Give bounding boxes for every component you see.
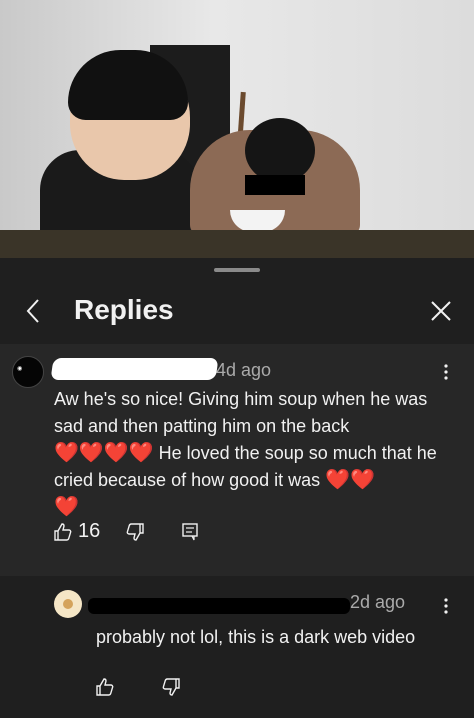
comment-actions: 16 (54, 520, 216, 543)
comment-text: Aw he's so nice! Giving him soup when he… (54, 386, 454, 521)
more-options-button[interactable] (436, 594, 456, 618)
comment-timestamp: 2d ago (350, 592, 406, 612)
replies-sheet: Replies ◉ 4d ago Aw he's so nice! Giving… (0, 258, 474, 718)
close-button[interactable] (426, 296, 456, 326)
comment-body: Aw he's so nice! Giving him soup when he… (54, 389, 428, 436)
comment-text: probably not lol, this is a dark web vid… (96, 627, 416, 647)
heart-emojis: ❤️ (54, 496, 79, 518)
thumb-down-icon (162, 678, 180, 696)
reply-icon (182, 522, 198, 540)
back-chevron-icon (26, 299, 39, 323)
main-comment: ◉ 4d ago Aw he's so nice! Giving him sou… (0, 344, 474, 576)
page-title: Replies (74, 294, 174, 325)
heart-emojis: ❤️❤️ (325, 469, 375, 491)
dislike-button[interactable] (126, 522, 144, 541)
reply-button[interactable] (182, 522, 198, 541)
more-vert-icon (444, 364, 448, 380)
heart-emojis: ❤️❤️❤️❤️ (54, 442, 154, 464)
avatar-image (63, 599, 73, 609)
video-player[interactable] (0, 0, 474, 258)
more-options-button[interactable] (436, 360, 456, 384)
redacted-username (88, 598, 350, 614)
thumb-up-icon (54, 522, 72, 541)
reply-comment: 2d ago probably not lol, this is a dark … (0, 576, 474, 718)
avatar-logo-text: ◉ (17, 366, 23, 372)
more-vert-icon (444, 598, 448, 614)
close-icon (431, 301, 451, 321)
dislike-button[interactable] (162, 678, 180, 696)
video-person-head (245, 118, 315, 183)
thumb-up-icon (96, 678, 114, 696)
video-table (0, 230, 474, 258)
drag-handle[interactable] (214, 268, 260, 272)
avatar[interactable] (54, 590, 82, 618)
back-button[interactable] (18, 296, 48, 326)
like-button[interactable] (96, 678, 114, 696)
like-count: 16 (78, 520, 101, 542)
like-button[interactable]: 16 (54, 520, 100, 543)
avatar[interactable]: ◉ (12, 356, 44, 388)
comment-timestamp: 4d ago (216, 360, 272, 380)
thumb-down-icon (126, 522, 144, 541)
video-censor-bar (245, 175, 305, 195)
redacted-username (50, 358, 219, 380)
comment-actions (96, 678, 198, 696)
replies-header: Replies (0, 282, 474, 344)
